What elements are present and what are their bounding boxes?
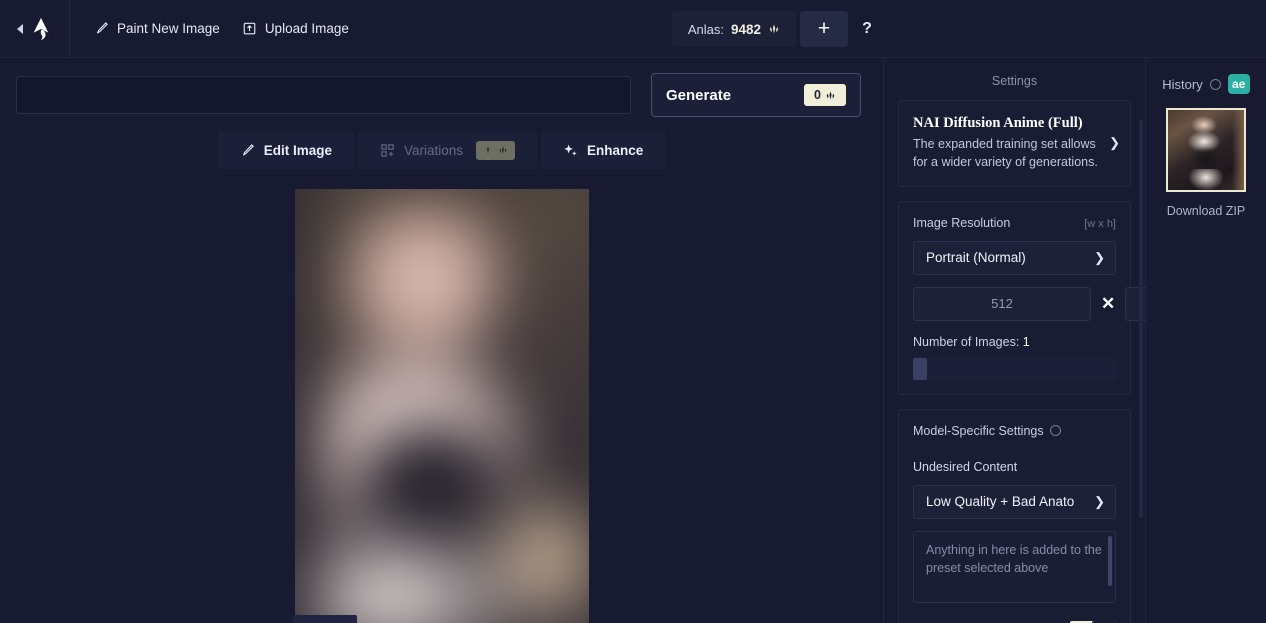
- undesired-content-textarea[interactable]: Anything in here is added to the preset …: [913, 530, 1116, 603]
- upload-icon: [243, 22, 256, 35]
- upload-image-label: Upload Image: [264, 21, 349, 36]
- prompt-input[interactable]: [16, 76, 631, 114]
- model-specific-card: Model-Specific Settings Undesired Conten…: [898, 408, 1131, 623]
- logo-zone: [0, 0, 70, 58]
- anlas-icon: [487, 146, 489, 154]
- anlas-icon: [826, 90, 835, 100]
- top-bar: Paint New Image Upload Image Anlas: 9482…: [0, 0, 1266, 58]
- brush-icon: [97, 22, 108, 34]
- tab-edit-image[interactable]: Edit Image: [217, 131, 354, 169]
- model-specific-title: Model-Specific Settings: [913, 423, 1044, 438]
- resolution-preset-select[interactable]: Portrait (Normal) ❯: [913, 240, 1116, 275]
- history-header: History ae: [1162, 74, 1250, 94]
- undesired-content-placeholder: Anything in here is added to the preset …: [926, 542, 1102, 575]
- undesired-preset-select[interactable]: Low Quality + Bad Anato ❯: [913, 484, 1116, 519]
- image-stage: [0, 169, 883, 623]
- tab-edit-image-label: Edit Image: [263, 142, 332, 158]
- novelai-logo-icon[interactable]: [30, 17, 52, 41]
- resolution-preset-value: Portrait (Normal): [926, 250, 1026, 265]
- top-navigation: Paint New Image Upload Image: [70, 21, 349, 36]
- upload-image-button[interactable]: Upload Image: [242, 21, 349, 36]
- model-name: NAI Diffusion Anime (Full): [913, 115, 1083, 131]
- paint-new-image-button[interactable]: Paint New Image: [94, 21, 220, 36]
- number-of-images-value: 1: [1022, 334, 1030, 349]
- anlas-value: 9482: [730, 21, 761, 37]
- brush-icon: [242, 143, 254, 155]
- history-panel: History ae Download ZIP: [1146, 58, 1266, 623]
- history-title: History: [1162, 76, 1203, 92]
- variations-cost-badge: [476, 140, 515, 160]
- canvas-column: Generate 0 Edit Image Variations Enhance: [0, 58, 884, 623]
- resolution-label: Image Resolution: [913, 215, 1011, 230]
- settings-panel: Settings NAI Diffusion Anime (Full) The …: [884, 58, 1146, 623]
- undesired-content-label: Undesired Content: [913, 459, 1018, 474]
- sparkle-icon: [564, 144, 577, 156]
- undesired-preset-value: Low Quality + Bad Anato: [926, 494, 1075, 509]
- add-anlas-button[interactable]: +: [800, 11, 848, 47]
- close-icon: ✕: [1101, 293, 1116, 313]
- help-button[interactable]: ?: [848, 11, 886, 47]
- download-zip-button[interactable]: Download ZIP: [1167, 204, 1246, 218]
- anlas-icon: [769, 24, 779, 34]
- app-body: Generate 0 Edit Image Variations Enhance…: [0, 58, 1266, 623]
- info-icon[interactable]: [1209, 78, 1221, 90]
- settings-scrollbar[interactable]: [1139, 120, 1143, 518]
- resolution-card: Image Resolution [w x h] Portrait (Norma…: [898, 200, 1145, 395]
- number-of-images-label: Number of Images: 1: [913, 335, 1116, 349]
- info-icon[interactable]: [1049, 425, 1061, 436]
- generated-image-content: [294, 189, 589, 623]
- prompt-row: Generate 0: [0, 58, 883, 117]
- generate-label: Generate: [666, 86, 732, 104]
- triangle-left-icon[interactable]: [17, 23, 23, 34]
- variations-icon: [381, 143, 394, 157]
- image-tools-tabs: Edit Image Variations Enhance: [0, 131, 883, 169]
- slider-handle[interactable]: [913, 357, 927, 380]
- model-selector[interactable]: NAI Diffusion Anime (Full) The expanded …: [898, 100, 1131, 187]
- chevron-down-icon: ❯: [1109, 135, 1120, 151]
- generate-cost-value: 0: [814, 88, 821, 102]
- dimension-row: ✕: [913, 286, 1145, 321]
- tab-variations[interactable]: Variations: [357, 131, 537, 169]
- anlas-icon: [499, 146, 507, 154]
- tab-enhance-label: Enhance: [587, 142, 644, 158]
- generate-cost-badge: 0: [804, 84, 846, 106]
- tab-enhance[interactable]: Enhance: [541, 131, 666, 169]
- anlas-label: Anlas:: [687, 21, 724, 37]
- tab-variations-label: Variations: [403, 142, 463, 158]
- model-info: NAI Diffusion Anime (Full) The expanded …: [913, 115, 1101, 172]
- paint-new-image-label: Paint New Image: [117, 21, 220, 36]
- chevron-down-icon: ❯: [1094, 493, 1105, 509]
- textarea-scrollbar[interactable]: [1108, 535, 1112, 586]
- resolution-header: Image Resolution [w x h]: [913, 216, 1116, 230]
- settings-scroll-area: NAI Diffusion Anime (Full) The expanded …: [884, 100, 1145, 623]
- resolution-hint: [w x h]: [1084, 217, 1116, 230]
- model-description: The expanded training set allows for a w…: [913, 137, 1098, 169]
- history-thumbnail[interactable]: [1166, 108, 1246, 192]
- chevron-down-icon: ❯: [1094, 249, 1105, 265]
- settings-title: Settings: [991, 74, 1038, 88]
- image-toolbar-stub[interactable]: [293, 615, 357, 623]
- generate-button[interactable]: Generate 0: [651, 73, 861, 117]
- number-of-images-slider[interactable]: [913, 357, 1116, 380]
- anlas-balance[interactable]: Anlas: 9482: [671, 11, 796, 47]
- generated-image[interactable]: [294, 189, 589, 623]
- ae-badge[interactable]: ae: [1227, 74, 1250, 94]
- account-controls: Anlas: 9482 + ?: [671, 0, 886, 58]
- width-input[interactable]: [913, 286, 1091, 321]
- number-of-images-text: Number of Images:: [913, 334, 1020, 349]
- model-specific-header: Model-Specific Settings: [913, 424, 1116, 438]
